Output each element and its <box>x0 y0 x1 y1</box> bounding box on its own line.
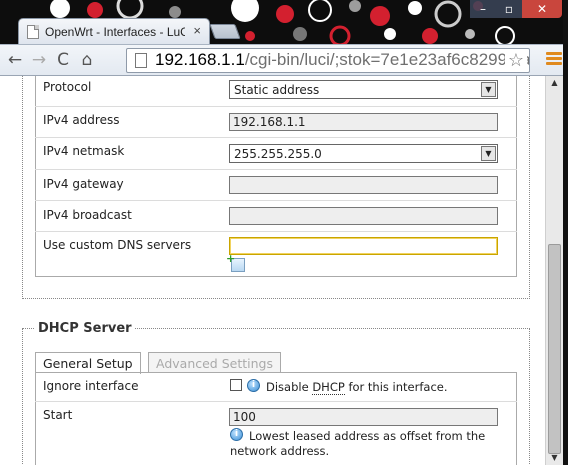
tab-title: OpenWrt - Interfaces - LuCI <box>45 25 185 39</box>
custom-dns-input[interactable] <box>229 237 498 255</box>
tab-close-icon[interactable]: × <box>193 23 201 38</box>
hint-prefix: Disable <box>266 380 313 394</box>
page-icon <box>135 53 147 68</box>
tab-advanced-settings[interactable]: Advanced Settings <box>148 352 281 373</box>
ipv4-broadcast-input[interactable] <box>229 207 498 225</box>
info-icon: i <box>230 428 243 441</box>
info-icon: i <box>247 379 260 392</box>
protocol-select[interactable]: Static address ▼ <box>229 80 498 99</box>
home-icon[interactable]: ⌂ <box>76 49 98 71</box>
dropdown-arrow-icon[interactable]: ▼ <box>481 82 496 97</box>
dhcp-abbr: DHCP <box>312 380 345 395</box>
scroll-down-arrow-icon[interactable]: ▼ <box>546 451 563 465</box>
window-controls: – ▫ ✕ <box>470 0 562 20</box>
back-arrow-icon[interactable]: ← <box>4 49 26 71</box>
ignore-interface-label: Ignore interface <box>43 379 139 393</box>
browser-menu-icon[interactable] <box>546 52 562 68</box>
ignore-interface-hint: Disable DHCP for this interface. <box>266 380 448 395</box>
ipv4-address-value: 192.168.1.1 <box>233 115 306 129</box>
maximize-button[interactable]: ▫ <box>496 0 522 18</box>
protocol-value: Static address <box>234 83 320 97</box>
reload-icon[interactable]: C <box>52 49 74 71</box>
hint-suffix: for this interface. <box>344 380 448 394</box>
url-text: 192.168.1.1/cgi-bin/luci/;stok=7e1e23af6… <box>155 50 530 70</box>
start-hint-line1: Lowest leased address as offset from the <box>249 429 486 443</box>
close-window-button[interactable]: ✕ <box>522 0 562 18</box>
start-input[interactable]: 100 <box>229 408 498 426</box>
url-path: /cgi-bin/luci/;stok=7e1e23af6c8299f5a <box>244 50 530 69</box>
browser-chrome: OpenWrt - Interfaces - LuCI × – ▫ ✕ ← → … <box>0 0 568 76</box>
ipv4-broadcast-label: IPv4 broadcast <box>43 208 132 222</box>
ignore-interface-checkbox[interactable] <box>230 379 242 391</box>
start-value: 100 <box>233 410 256 424</box>
bookmark-star-icon[interactable]: ☆ <box>505 49 527 72</box>
add-entry-icon[interactable] <box>226 252 245 272</box>
browser-toolbar: ← → C ⌂ 192.168.1.1/cgi-bin/luci/;stok=7… <box>0 44 568 76</box>
minimize-button[interactable]: – <box>470 0 496 18</box>
ipv4-address-label: IPv4 address <box>43 113 120 127</box>
custom-dns-label: Use custom DNS servers <box>43 238 192 252</box>
new-tab-button[interactable] <box>209 24 241 39</box>
scroll-up-arrow-icon[interactable]: ▲ <box>546 76 563 90</box>
tab-general-setup[interactable]: General Setup <box>35 352 141 374</box>
window-frame-right <box>563 0 568 465</box>
start-label: Start <box>43 408 73 422</box>
dhcp-server-legend: DHCP Server <box>35 321 135 336</box>
ipv4-address-input[interactable]: 192.168.1.1 <box>229 113 498 131</box>
ipv4-netmask-select[interactable]: 255.255.255.0 ▼ <box>229 144 498 163</box>
ipv4-gateway-input[interactable] <box>229 176 498 194</box>
scrollbar-thumb[interactable] <box>548 244 561 454</box>
vertical-scrollbar[interactable]: ▲ ▼ <box>545 76 563 465</box>
address-bar[interactable]: 192.168.1.1/cgi-bin/luci/;stok=7e1e23af6… <box>126 48 530 73</box>
ipv4-netmask-value: 255.255.255.0 <box>234 147 322 161</box>
url-host: 192.168.1.1 <box>155 50 245 69</box>
start-hint-line2: network address. <box>230 444 330 458</box>
ipv4-netmask-label: IPv4 netmask <box>43 144 125 158</box>
ipv4-gateway-label: IPv4 gateway <box>43 177 124 191</box>
dropdown-arrow-icon[interactable]: ▼ <box>481 146 496 161</box>
forward-arrow-icon[interactable]: → <box>28 49 50 71</box>
browser-tab[interactable]: OpenWrt - Interfaces - LuCI × <box>18 18 210 44</box>
protocol-label: Protocol <box>43 80 92 94</box>
page-favicon-icon <box>27 25 39 39</box>
page-viewport: Protocol Static address ▼ IPv4 address 1… <box>0 76 545 465</box>
